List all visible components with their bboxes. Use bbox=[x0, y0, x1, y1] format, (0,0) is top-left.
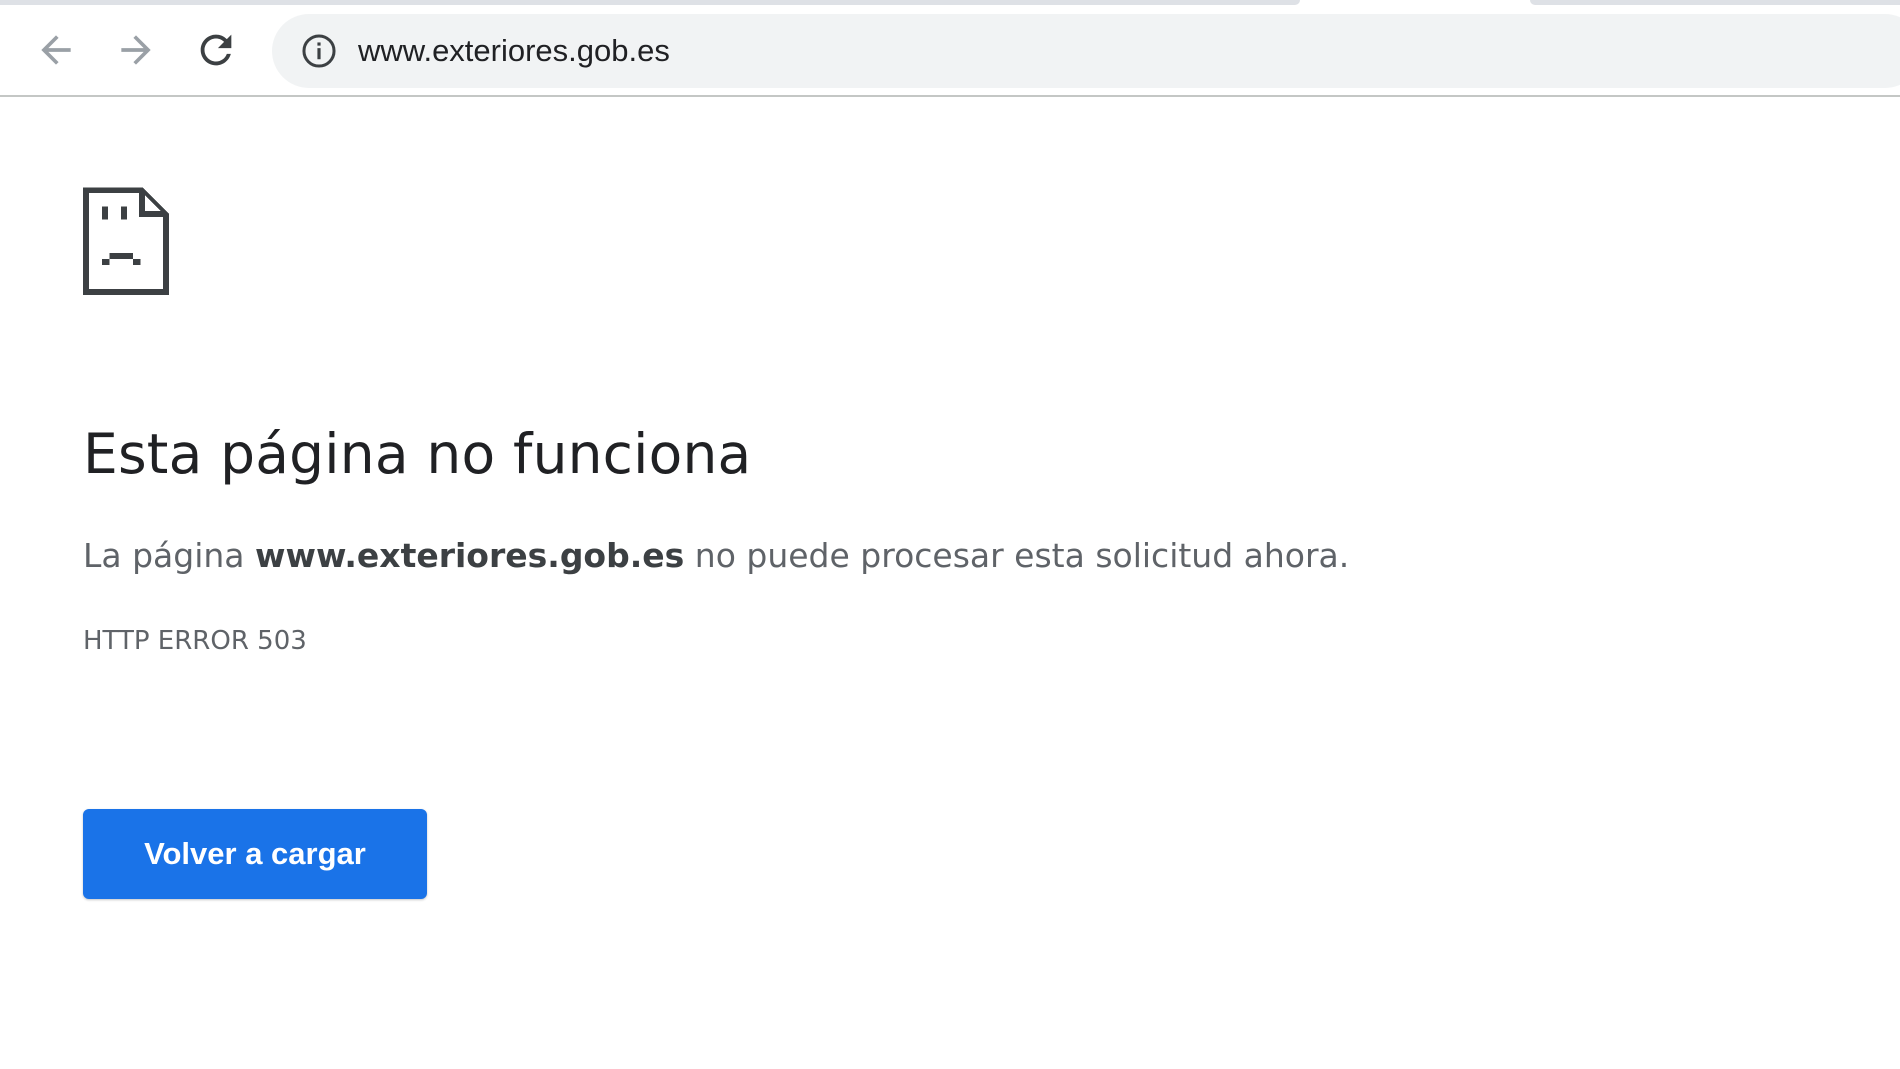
reload-button[interactable]: Volver a cargar bbox=[83, 809, 427, 899]
tab-strip-segment bbox=[0, 0, 1300, 5]
forward-arrow-icon bbox=[121, 35, 151, 65]
address-bar[interactable]: www.exteriores.gob.es bbox=[272, 14, 1900, 88]
description-prefix: La página bbox=[83, 536, 256, 575]
back-arrow-icon bbox=[41, 35, 71, 65]
reload-icon bbox=[200, 34, 232, 66]
back-button[interactable] bbox=[26, 20, 86, 80]
url-text[interactable]: www.exteriores.gob.es bbox=[358, 14, 670, 88]
forward-button[interactable] bbox=[106, 20, 166, 80]
tab-strip-segment bbox=[1530, 0, 1900, 5]
browser-toolbar: www.exteriores.gob.es bbox=[0, 0, 1900, 97]
error-description: La página www.exteriores.gob.es no puede… bbox=[83, 533, 1349, 579]
description-host: www.exteriores.gob.es bbox=[255, 536, 685, 575]
info-icon[interactable] bbox=[300, 32, 338, 70]
tab-strip bbox=[0, 0, 1900, 5]
page-title: Esta página no funciona bbox=[83, 422, 752, 486]
reload-toolbar-button[interactable] bbox=[186, 20, 246, 80]
sad-page-icon bbox=[83, 187, 169, 295]
description-suffix: no puede procesar esta solicitud ahora. bbox=[684, 536, 1350, 575]
error-code: HTTP ERROR 503 bbox=[83, 626, 307, 656]
